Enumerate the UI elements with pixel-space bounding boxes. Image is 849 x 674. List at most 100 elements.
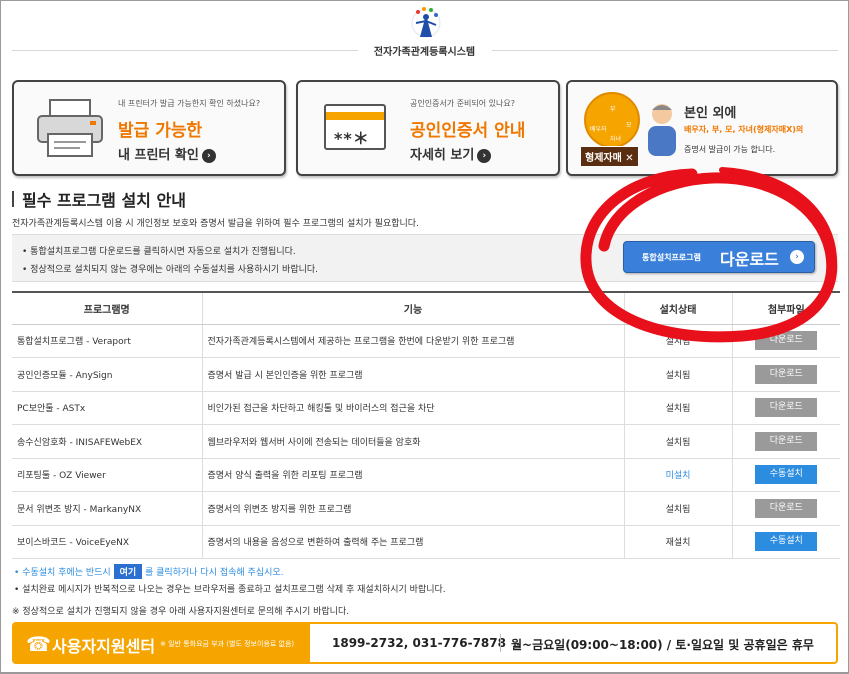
note-contact: ※ 정상적으로 설치가 진행되지 않을 경우 아래 사용자지원센터로 문의해 주… <box>12 607 350 617</box>
certificate-icon-stripe <box>326 112 384 120</box>
family-circle-icon: 배우자 부 모 자녀 <box>584 92 640 148</box>
footer-divider <box>500 634 501 652</box>
program-name: PC보안툴 - ASTx <box>12 391 202 425</box>
certificate-icon-text: **＊ <box>334 129 370 148</box>
section-title-bar <box>12 191 14 207</box>
certificate-card-link-label: 자세히 보기 <box>410 148 475 163</box>
section-title: 필수 프로그램 설치 안내 <box>22 191 186 210</box>
family-certificate-card: 배우자 부 모 자녀 형제자매 ✕ 본인 외에 배우자, 부, 모, 자녀(형제… <box>566 80 838 176</box>
printer-card-title: 발급 가능한 <box>118 121 203 141</box>
program-name: 공인인증모듈 - AnySign <box>12 357 202 392</box>
program-name: 보이스바코드 - VoiceEyeNX <box>12 525 202 559</box>
arrow-right-icon: › <box>790 250 804 264</box>
program-name: 문서 위변조 방지 - MarkanyNX <box>12 491 202 526</box>
table-row: 리포팅툴 - OZ Viewer 증명서 양식 출력을 위한 리포팅 프로그램 … <box>12 458 840 492</box>
integrated-download-button[interactable]: 통합설치프로그램 다운로드 › <box>623 241 815 273</box>
download-button-big: 다운로드 <box>720 250 779 269</box>
program-desc: 증명서 발급 시 본인인증을 위한 프로그램 <box>201 357 624 392</box>
program-name: 통합설치프로그램 - Veraport <box>12 324 202 358</box>
program-desc: 증명서 양식 출력을 위한 리포팅 프로그램 <box>201 458 624 492</box>
printer-card-link-label: 내 프린터 확인 <box>118 148 199 163</box>
program-table: 프로그램명 기능 설치상태 첨부파일 통합설치프로그램 - Veraport 전… <box>12 291 840 559</box>
program-status: 설치됨 <box>623 357 732 392</box>
note-reconnect-suffix: 를 클릭하거나 다시 접속해 주십시오. <box>145 568 284 578</box>
download-button[interactable]: 다운로드 <box>755 364 818 384</box>
program-name: 리포팅툴 - OZ Viewer <box>12 458 202 492</box>
certificate-card-title: 공인인증서 안내 <box>410 121 526 141</box>
logo-icon <box>411 7 441 38</box>
download-button-small: 통합설치프로그램 <box>642 253 701 262</box>
program-status: 설치됨 <box>623 391 732 425</box>
printer-card-question: 내 프린터가 발급 가능한지 확인 하셨나요? <box>118 99 261 108</box>
program-name: 송수신암호화 - INISAFEWebEX <box>12 424 202 459</box>
support-phone-numbers: 1899-2732, 031-776-7878 <box>332 636 506 650</box>
program-action-cell: 다운로드 <box>731 424 840 459</box>
manual-install-button[interactable]: 수동설치 <box>755 532 818 552</box>
circle-label-child: 자녀 <box>610 136 622 143</box>
family-card-line3: 증명서 발급이 가능 합니다. <box>684 145 776 154</box>
program-desc: 증명서의 위변조 방지를 위한 프로그램 <box>201 491 624 526</box>
circle-label-spouse: 배우자 <box>590 126 607 133</box>
program-status: 재설치 <box>623 525 732 559</box>
header-title: 전자가족관계등록시스템 <box>0 43 849 58</box>
printer-check-card[interactable]: 내 프린터가 발급 가능한지 확인 하셨나요? 발급 가능한 내 프린터 확인 › <box>12 80 286 176</box>
support-hours: 월~금요일(09:00~18:00) / 토·일요일 및 공휴일은 휴무 <box>511 638 814 652</box>
program-status: 설치됨 <box>623 424 732 459</box>
th-install-status: 설치상태 <box>623 291 732 325</box>
printer-icon <box>37 99 103 157</box>
certificate-card-question: 공인인증서가 준비되어 있나요? <box>410 99 516 108</box>
table-row: 송수신암호화 - INISAFEWebEX 웹브라우저와 웹서버 사이에 전송되… <box>12 424 840 459</box>
note-reinstall: • 설치완료 메시지가 반복적으로 나오는 경우는 브라우저를 종료하고 설치프… <box>14 585 446 595</box>
program-action-cell: 수동설치 <box>731 525 840 559</box>
manual-install-button[interactable]: 수동설치 <box>755 465 818 485</box>
program-desc: 웹브라우저와 웹서버 사이에 전송되는 데이터들을 암호화 <box>201 424 624 459</box>
download-button[interactable]: 다운로드 <box>755 431 818 451</box>
program-action-cell: 수동설치 <box>731 458 840 492</box>
th-function: 기능 <box>201 291 624 325</box>
table-row: 보이스바코드 - VoiceEyeNX 증명서의 내용을 음성으로 변환하여 출… <box>12 525 840 559</box>
program-status: 설치됨 <box>623 324 732 358</box>
support-center-label-area: ☎ 사용자지원센터 ※ 일반 통화요금 부과 (별도 정보이용료 없음) <box>14 624 310 662</box>
arrow-right-icon: › <box>201 148 216 163</box>
circle-label-father: 부 <box>610 106 616 113</box>
note-reconnect-prefix: • 수동설치 후에는 반드시 <box>14 568 111 578</box>
certificate-card-link[interactable]: 자세히 보기 › <box>410 144 492 163</box>
table-row: 공인인증모듈 - AnySign 증명서 발급 시 본인인증을 위한 프로그램 … <box>12 357 840 392</box>
sibling-excluded-badge: 형제자매 ✕ <box>580 146 639 167</box>
download-button[interactable]: 다운로드 <box>755 498 818 518</box>
certificate-guide-card[interactable]: **＊ 공인인증서가 준비되어 있나요? 공인인증서 안내 자세히 보기 › <box>296 80 560 176</box>
circle-label-mother: 모 <box>626 122 632 129</box>
program-action-cell: 다운로드 <box>731 391 840 425</box>
download-button[interactable]: 다운로드 <box>755 398 818 418</box>
th-attachment: 첨부파일 <box>731 291 840 325</box>
family-people-icon <box>648 104 676 156</box>
info-bullet-1: • 통합설치프로그램 다운로드를 클릭하시면 자동으로 설치가 진행됩니다. <box>22 247 296 257</box>
family-card-line1: 본인 외에 <box>684 106 737 121</box>
arrow-right-icon: › <box>477 148 492 163</box>
info-bullet-2: • 정상적으로 설치되지 않는 경우에는 아래의 수동설치를 사용하시기 바랍니… <box>22 265 319 275</box>
section-description: 전자가족관계등록시스템 이용 시 개인정보 보호와 증명서 발급을 위하여 필수… <box>12 219 419 229</box>
family-card-line2: 배우자, 부, 모, 자녀(형제자매X)의 <box>684 125 804 134</box>
table-row: 통합설치프로그램 - Veraport 전자가족관계등록시스템에서 제공하는 프… <box>12 324 840 358</box>
support-center-note: ※ 일반 통화요금 부과 (별도 정보이용료 없음) <box>160 640 295 648</box>
certificate-icon: **＊ <box>324 104 386 150</box>
table-header-row: 프로그램명 기능 설치상태 첨부파일 <box>12 291 840 325</box>
printer-card-link[interactable]: 내 프린터 확인 › <box>118 144 216 163</box>
here-link[interactable]: 여기 <box>113 564 143 579</box>
program-action-cell: 다운로드 <box>731 491 840 526</box>
program-desc: 전자가족관계등록시스템에서 제공하는 프로그램을 한번에 다운받기 위한 프로그… <box>201 324 624 358</box>
table-row: 문서 위변조 방지 - MarkanyNX 증명서의 위변조 방지를 위한 프로… <box>12 491 840 526</box>
support-center-bar: ☎ 사용자지원센터 ※ 일반 통화요금 부과 (별도 정보이용료 없음) 189… <box>12 622 838 664</box>
download-button[interactable]: 다운로드 <box>755 331 818 351</box>
note-reconnect: • 수동설치 후에는 반드시 여기 를 클릭하거나 다시 접속해 주십시오. <box>14 564 284 579</box>
program-desc: 비인가된 접근을 차단하고 해킹툴 및 바이러스의 접근을 차단 <box>201 391 624 425</box>
program-status: 미설치 <box>623 458 732 492</box>
table-row: PC보안툴 - ASTx 비인가된 접근을 차단하고 해킹툴 및 바이러스의 접… <box>12 391 840 425</box>
program-action-cell: 다운로드 <box>731 357 840 392</box>
support-center-title: 사용자지원센터 <box>52 637 156 656</box>
program-action-cell: 다운로드 <box>731 324 840 358</box>
program-status: 설치됨 <box>623 491 732 526</box>
program-desc: 증명서의 내용을 음성으로 변환하여 출력해 주는 프로그램 <box>201 525 624 559</box>
th-program-name: 프로그램명 <box>12 291 202 325</box>
phone-icon: ☎ <box>26 632 51 656</box>
